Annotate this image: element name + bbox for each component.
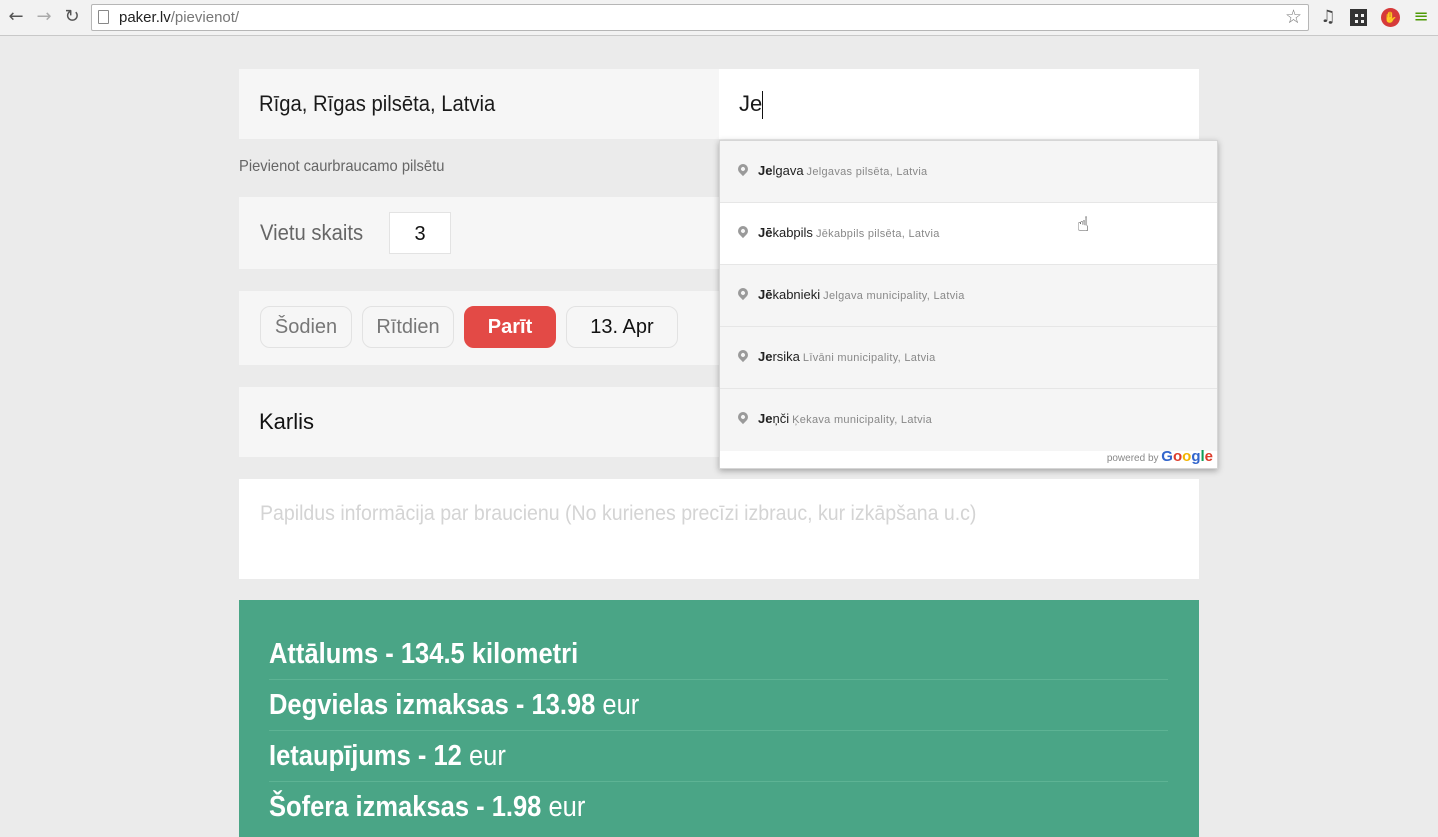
map-pin-icon bbox=[735, 409, 751, 425]
autocomplete-item[interactable]: Jeņči Ķekava municipality, Latvia bbox=[720, 389, 1217, 451]
savings-label: Ietaupījums - bbox=[269, 740, 434, 772]
autocomplete-item[interactable]: Jēkabnieki Jelgava municipality, Latvia bbox=[720, 265, 1217, 327]
map-pin-icon bbox=[735, 347, 751, 363]
forward-icon[interactable]: → bbox=[34, 7, 54, 27]
map-pin-icon bbox=[735, 285, 751, 301]
driver-name-input[interactable]: Karlis bbox=[239, 387, 719, 457]
back-icon[interactable]: ← bbox=[6, 7, 26, 27]
place-name-rest: kabnieki bbox=[772, 287, 821, 302]
fuel-value: 13.98 bbox=[531, 689, 596, 721]
savings-row: Ietaupījums - 12 eur bbox=[269, 731, 1168, 782]
from-city-value: Rīga, Rīgas pilsēta, Latvia bbox=[259, 91, 496, 116]
match-text: Jē bbox=[758, 225, 773, 240]
place-region: Jēkabpils pilsēta, Latvia bbox=[815, 228, 940, 240]
driver-cost-label: Šofera izmaksas - bbox=[269, 791, 492, 823]
place-region: Jelgavas pilsēta, Latvia bbox=[806, 166, 928, 178]
date-picker-button[interactable]: 13. Apr bbox=[566, 306, 678, 348]
powered-by-google: powered by Google bbox=[1107, 448, 1213, 465]
url-host: paker.lv bbox=[119, 9, 171, 26]
place-name-rest: rsika bbox=[772, 349, 800, 364]
distance-label: Attālums - bbox=[269, 638, 401, 670]
trip-info-placeholder: Papildus informācija par braucienu (No k… bbox=[260, 502, 977, 525]
match-text: Je bbox=[758, 349, 773, 364]
autocomplete-item[interactable]: Jēkabpils Jēkabpils pilsēta, Latvia bbox=[720, 203, 1217, 265]
fuel-label: Degvielas izmaksas - bbox=[269, 689, 532, 721]
driver-cost-value: 1.98 bbox=[491, 791, 542, 823]
driver-name-value: Karlis bbox=[259, 409, 315, 434]
driver-cost-unit: eur bbox=[541, 791, 586, 823]
date-day-after-button[interactable]: Parīt bbox=[464, 306, 556, 348]
seats-label: Vietu skaits bbox=[260, 220, 364, 245]
distance-row: Attālums - 134.5 kilometri bbox=[269, 629, 1168, 680]
qr-code-icon[interactable] bbox=[1350, 9, 1367, 26]
match-text: Je bbox=[758, 163, 773, 178]
browser-toolbar: ← → ↻ paker.lv/pievienot/ ☆ ♫ ✋ ≡ bbox=[0, 0, 1438, 36]
star-icon[interactable]: ☆ bbox=[1285, 6, 1302, 28]
reload-icon[interactable]: ↻ bbox=[62, 7, 82, 27]
text-caret bbox=[762, 91, 763, 119]
savings-value: 12 bbox=[433, 740, 462, 772]
place-region: Jelgava municipality, Latvia bbox=[823, 290, 965, 302]
map-pin-icon bbox=[735, 223, 751, 239]
driver-cost-row: Šofera izmaksas - 1.98 eur bbox=[269, 782, 1168, 833]
to-city-input[interactable]: Je bbox=[719, 69, 1199, 139]
music-note-icon[interactable]: ♫ bbox=[1318, 7, 1338, 27]
address-bar[interactable]: paker.lv/pievienot/ ☆ bbox=[91, 4, 1309, 31]
page-icon bbox=[98, 10, 109, 24]
powered-by-text: powered by bbox=[1106, 453, 1159, 464]
url-path: /pievienot/ bbox=[170, 9, 240, 26]
to-city-value: Je bbox=[739, 91, 763, 116]
match-text: Je bbox=[758, 411, 773, 426]
autocomplete-item[interactable]: Jersika Līvāni municipality, Latvia bbox=[720, 327, 1217, 389]
from-city-input[interactable]: Rīga, Rīgas pilsēta, Latvia bbox=[239, 69, 719, 139]
autocomplete-item[interactable]: Jelgava Jelgavas pilsēta, Latvia bbox=[720, 141, 1217, 203]
url-text: paker.lv/pievienot/ bbox=[119, 9, 239, 26]
fuel-cost-row: Degvielas izmaksas - 13.98 eur bbox=[269, 680, 1168, 731]
place-name-rest: ņči bbox=[772, 411, 790, 426]
add-waypoint-link[interactable]: Pievienot caurbraucamo pilsētu bbox=[239, 158, 444, 176]
seats-row: Vietu skaits 3 bbox=[239, 197, 719, 269]
trip-summary: Attālums - 134.5 kilometri Degvielas izm… bbox=[239, 600, 1199, 837]
date-tomorrow-button[interactable]: Rītdien bbox=[362, 306, 454, 348]
google-logo: Google bbox=[1161, 448, 1213, 465]
distance-unit: kilometri bbox=[464, 638, 579, 670]
stop-icon[interactable]: ✋ bbox=[1381, 8, 1400, 27]
date-today-button[interactable]: Šodien bbox=[260, 306, 352, 348]
savings-unit: eur bbox=[461, 740, 506, 772]
place-name-rest: kabpils bbox=[772, 225, 813, 240]
place-region: Līvāni municipality, Latvia bbox=[802, 352, 936, 364]
place-region: Ķekava municipality, Latvia bbox=[792, 414, 933, 426]
fuel-unit: eur bbox=[595, 689, 640, 721]
menu-icon[interactable]: ≡ bbox=[1411, 7, 1431, 27]
match-text: Jē bbox=[758, 287, 773, 302]
hand-cursor-icon: ☝ bbox=[1077, 212, 1090, 236]
map-pin-icon bbox=[735, 161, 751, 177]
distance-value: 134.5 bbox=[400, 638, 465, 670]
place-name-rest: lgava bbox=[772, 163, 804, 178]
trip-info-textarea[interactable]: Papildus informācija par braucienu (No k… bbox=[239, 479, 1199, 579]
date-selector: Šodien Rītdien Parīt 13. Apr bbox=[239, 291, 719, 365]
autocomplete-dropdown: Jelgava Jelgavas pilsēta, Latvia Jēkabpil… bbox=[719, 140, 1218, 469]
seats-count-input[interactable]: 3 bbox=[389, 212, 451, 254]
